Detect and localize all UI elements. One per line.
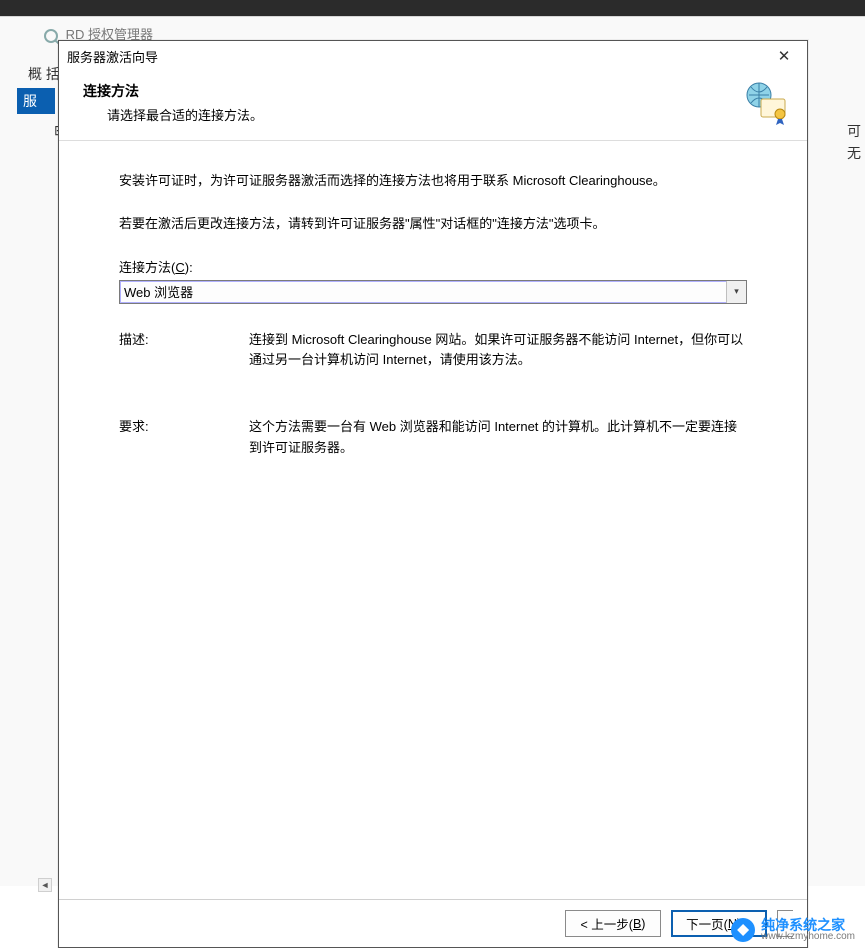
wizard-subheading: 请选择最合适的连接方法。 [107, 105, 783, 124]
close-button[interactable]: ✕ [767, 45, 801, 67]
watermark: 纯净系统之家 www.kzmyhome.com [731, 918, 855, 942]
watermark-url: www.kzmyhome.com [761, 932, 855, 942]
chevron-down-icon: ▾ [726, 281, 746, 303]
watermark-title: 纯净系统之家 [761, 918, 855, 932]
certificate-globe-icon [743, 79, 789, 125]
watermark-logo-icon [731, 918, 755, 942]
magnifier-icon [44, 29, 58, 43]
info-paragraph-2: 若要在激活后更改连接方法，请转到许可证服务器"属性"对话框的"连接方法"选项卡。 [119, 214, 747, 235]
wizard-footer: < 上一步(B) 下一页(N) > [59, 899, 807, 947]
right-column-clip: 可 无 [847, 120, 865, 164]
connection-method-combo[interactable]: Web 浏览器 ▾ [119, 280, 747, 304]
wizard-body: 安装许可证时，为许可证服务器激活而选择的连接方法也将用于联系 Microsoft… [59, 141, 807, 899]
scroll-left-button[interactable]: ◄ [38, 878, 52, 892]
dialog-title: 服务器激活向导 [67, 47, 158, 66]
close-icon: ✕ [778, 47, 791, 65]
sidebar-tab-label: 服 [23, 91, 37, 111]
activation-wizard-dialog: 服务器激活向导 ✕ 连接方法 请选择最合适的连接方法。 安装许可证时，为许可证服… [58, 40, 808, 948]
wizard-header: 连接方法 请选择最合适的连接方法。 [59, 71, 807, 141]
parent-window-strip [0, 0, 865, 16]
dialog-titlebar: 服务器激活向导 ✕ [59, 41, 807, 71]
info-paragraph-1: 安装许可证时，为许可证服务器激活而选择的连接方法也将用于联系 Microsoft… [119, 171, 747, 192]
overview-label: 概 括 [28, 64, 60, 84]
back-button[interactable]: < 上一步(B) [565, 910, 661, 937]
sidebar-tab-selected[interactable]: 服 [17, 88, 55, 114]
wizard-heading: 连接方法 [83, 81, 783, 101]
requirements-text: 这个方法需要一台有 Web 浏览器和能访问 Internet 的计算机。此计算机… [249, 417, 747, 459]
description-label: 描述: [119, 330, 249, 372]
chevron-left-icon: ◄ [41, 880, 50, 890]
description-text: 连接到 Microsoft Clearinghouse 网站。如果许可证服务器不… [249, 330, 747, 372]
requirements-label: 要求: [119, 417, 249, 459]
combo-selected-value: Web 浏览器 [124, 282, 193, 301]
connection-method-label: 连接方法(C): [119, 257, 747, 276]
